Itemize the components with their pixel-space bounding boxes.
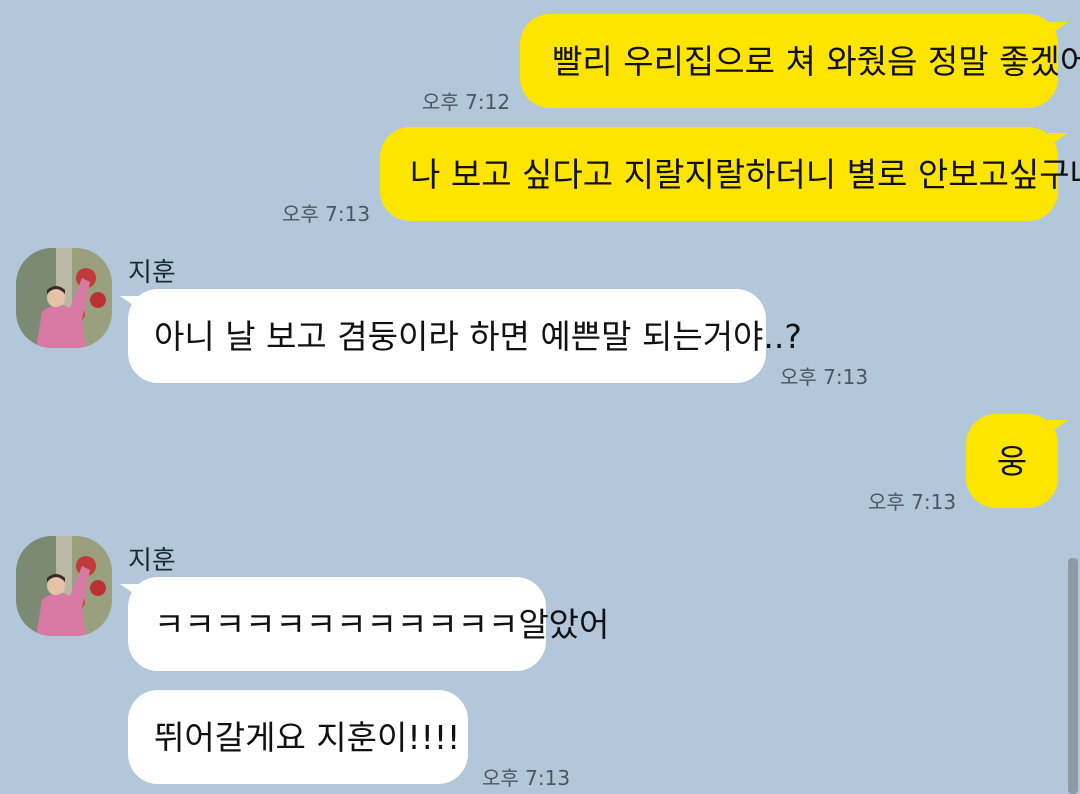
message-text: 나 보고 싶다고 지랄지랄하더니 별로 안보고싶구나 bbox=[410, 154, 1080, 194]
sender-name: 지훈 bbox=[128, 546, 176, 576]
message-text: 빨리 우리집으로 쳐 와줬음 정말 좋겠어 bbox=[552, 41, 1080, 81]
avatar[interactable] bbox=[16, 248, 112, 348]
message-bubble-mine[interactable]: 웅 bbox=[966, 414, 1058, 508]
bubble-tail bbox=[1048, 420, 1068, 434]
profile-photo-icon bbox=[16, 248, 112, 348]
avatar[interactable] bbox=[16, 536, 112, 636]
message-timestamp: 오후 7:13 bbox=[780, 365, 869, 389]
message-timestamp: 오후 7:13 bbox=[282, 202, 371, 226]
message-timestamp: 오후 7:12 bbox=[422, 90, 511, 114]
message-timestamp: 오후 7:13 bbox=[482, 766, 571, 790]
scrollbar[interactable] bbox=[1068, 558, 1078, 794]
message-bubble-theirs[interactable]: 아니 날 보고 겸둥이라 하면 예쁜말 되는거야..? bbox=[128, 289, 802, 383]
message-text: 웅 bbox=[996, 441, 1028, 481]
message-timestamp: 오후 7:13 bbox=[868, 490, 957, 514]
message-bubble-mine[interactable]: 나 보고 싶다고 지랄지랄하더니 별로 안보고싶구나 bbox=[380, 127, 1080, 221]
message-bubble-theirs[interactable]: 뛰어갈게요 지훈이!!!! bbox=[128, 690, 468, 784]
message-bubble-theirs[interactable]: ㅋㅋㅋㅋㅋㅋㅋㅋㅋㅋㅋㅋ알았어 bbox=[128, 577, 609, 671]
message-text: ㅋㅋㅋㅋㅋㅋㅋㅋㅋㅋㅋㅋ알았어 bbox=[154, 604, 610, 644]
bubble-tail bbox=[120, 584, 140, 598]
bubble-tail bbox=[1048, 133, 1068, 147]
message-text: 뛰어갈게요 지훈이!!!! bbox=[154, 717, 461, 757]
message-bubble-mine[interactable]: 빨리 우리집으로 쳐 와줬음 정말 좋겠어 bbox=[520, 14, 1080, 108]
message-text: 아니 날 보고 겸둥이라 하면 예쁜말 되는거야..? bbox=[154, 316, 802, 356]
profile-photo-icon bbox=[16, 536, 112, 636]
bubble-tail bbox=[120, 296, 140, 310]
sender-name: 지훈 bbox=[128, 258, 176, 288]
bubble-tail bbox=[1048, 22, 1068, 36]
